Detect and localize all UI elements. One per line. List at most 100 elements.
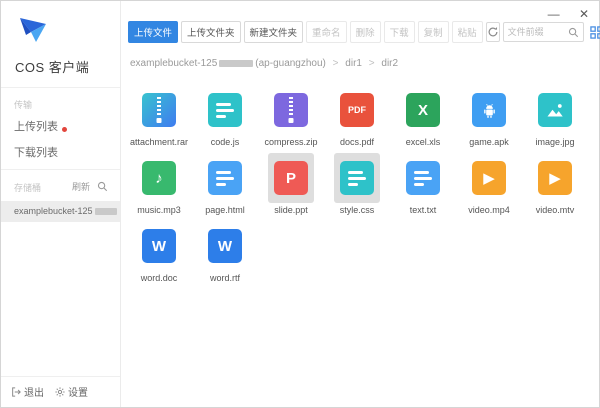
breadcrumb-bucket[interactable]: examplebucket-125(ap-guangzhou) — [130, 58, 326, 69]
refresh-button[interactable] — [486, 22, 500, 42]
file-name: video.mtv — [523, 205, 587, 215]
pdf-file-icon: PDF — [340, 93, 374, 127]
bucket-section-label: 存储桶 — [14, 181, 41, 194]
rtf-file-icon: W — [208, 229, 242, 263]
file-name: slide.ppt — [259, 205, 323, 215]
file-item[interactable]: ▶ video.mp4 — [457, 153, 521, 215]
file-icon-wrap — [136, 85, 182, 135]
file-name: image.jpg — [523, 137, 587, 147]
transfer-section-label: 传输 — [14, 98, 32, 111]
bucket-name: examplebucket-125 — [14, 206, 93, 216]
copy-button[interactable]: 复制 — [418, 21, 449, 43]
breadcrumb-dir1[interactable]: dir1 — [345, 58, 362, 69]
sidebar-item-bucket[interactable]: examplebucket-125 — [1, 201, 120, 222]
divider — [1, 169, 120, 170]
bucket-refresh-link[interactable]: 刷新 — [72, 180, 90, 193]
jpg-file-icon — [538, 93, 572, 127]
file-item[interactable]: Pslide.ppt — [259, 153, 323, 215]
file-item[interactable]: ♪music.mp3 — [127, 153, 191, 215]
rar-file-icon — [142, 93, 176, 127]
app-title: COS 客户端 — [15, 57, 89, 76]
bucket-search-icon[interactable] — [97, 179, 108, 190]
file-glyph: ▶ — [549, 171, 561, 186]
file-grid: attachment.rarcode.jscompress.zip PDF docs… — [127, 85, 589, 283]
file-icon-wrap — [202, 85, 248, 135]
view-toggle — [590, 26, 600, 39]
file-icon-wrap — [202, 153, 248, 203]
download-list-label: 下载列表 — [14, 147, 58, 159]
breadcrumb-dir2[interactable]: dir2 — [381, 58, 398, 69]
mp4-file-icon: ▶ — [472, 161, 506, 195]
upload-folder-button[interactable]: 上传文件夹 — [181, 21, 241, 43]
file-item[interactable]: style.css — [325, 153, 389, 215]
sidebar-item-upload-list[interactable]: 上传列表 — [14, 118, 67, 134]
file-item[interactable]: image.jpg — [523, 85, 587, 147]
sidebar: COS 客户端 传输 上传列表 下载列表 存储桶 刷新 examplebucke… — [1, 1, 121, 407]
file-icon-wrap: ▶ — [466, 153, 512, 203]
file-name: game.apk — [457, 137, 521, 147]
close-button[interactable]: ✕ — [579, 7, 589, 21]
paste-button[interactable]: 粘贴 — [452, 21, 483, 43]
minimize-button[interactable]: — — [548, 7, 560, 21]
breadcrumb-bucket-prefix: examplebucket-125 — [130, 58, 217, 69]
file-name: code.js — [193, 137, 257, 147]
sidebar-footer: 退出 设置 — [1, 377, 120, 407]
zip-file-icon — [274, 93, 308, 127]
window-controls: — ✕ — [532, 7, 589, 21]
file-icon-wrap: PDF — [334, 85, 380, 135]
file-name: excel.xls — [391, 137, 455, 147]
ppt-file-icon: P — [274, 161, 308, 195]
breadcrumb-separator: > — [333, 58, 339, 69]
file-item[interactable]: Wword.doc — [127, 221, 191, 283]
file-icon-wrap — [268, 85, 314, 135]
file-item[interactable]: text.txt — [391, 153, 455, 215]
upload-list-label: 上传列表 — [14, 121, 58, 133]
file-icon-wrap: X — [400, 85, 446, 135]
download-button[interactable]: 下载 — [384, 21, 415, 43]
file-icon-wrap: P — [268, 153, 314, 203]
redacted-text — [95, 208, 117, 215]
file-name: video.mp4 — [457, 205, 521, 215]
file-item[interactable]: ▶ video.mtv — [523, 153, 587, 215]
txt-file-icon — [406, 161, 440, 195]
file-name: docs.pdf — [325, 137, 389, 147]
upload-file-button[interactable]: 上传文件 — [128, 21, 178, 43]
notification-dot-icon — [62, 127, 67, 132]
js-file-icon — [208, 93, 242, 127]
logout-label: 退出 — [24, 384, 44, 399]
file-prefix-search-input[interactable] — [508, 27, 568, 37]
sidebar-item-download-list[interactable]: 下载列表 — [14, 144, 58, 160]
file-name: compress.zip — [259, 137, 323, 147]
mp3-file-icon: ♪ — [142, 161, 176, 195]
file-item[interactable]: Wword.rtf — [193, 221, 257, 283]
file-item[interactable]: PDF docs.pdf — [325, 85, 389, 147]
file-item[interactable]: page.html — [193, 153, 257, 215]
file-name: text.txt — [391, 205, 455, 215]
breadcrumb-separator: > — [369, 58, 375, 69]
grid-view-button[interactable] — [590, 26, 600, 39]
rename-button[interactable]: 重命名 — [306, 21, 347, 43]
new-folder-button[interactable]: 新建文件夹 — [244, 21, 304, 43]
settings-label: 设置 — [68, 384, 88, 399]
file-item[interactable]: compress.zip — [259, 85, 323, 147]
file-item[interactable]: code.js — [193, 85, 257, 147]
grid-view-icon — [590, 26, 600, 39]
file-item[interactable]: Xexcel.xls — [391, 85, 455, 147]
file-icon-wrap: W — [136, 221, 182, 271]
file-item[interactable]: game.apk — [457, 85, 521, 147]
logout-icon — [11, 387, 21, 397]
file-item[interactable]: attachment.rar — [127, 85, 191, 147]
file-glyph: PDF — [348, 106, 366, 115]
app-logo-icon — [15, 11, 51, 47]
logout-button[interactable]: 退出 — [11, 384, 44, 399]
file-glyph: P — [286, 171, 296, 186]
settings-button[interactable]: 设置 — [55, 384, 88, 399]
search-icon[interactable] — [568, 27, 579, 38]
file-glyph: X — [418, 103, 428, 118]
file-icon-wrap — [334, 153, 380, 203]
file-name: word.doc — [127, 273, 191, 283]
file-icon-wrap: W — [202, 221, 248, 271]
gear-icon — [55, 387, 65, 397]
toolbar: 上传文件 上传文件夹 新建文件夹 重命名 删除 下载 复制 粘贴 — [128, 21, 594, 43]
delete-button[interactable]: 删除 — [350, 21, 381, 43]
